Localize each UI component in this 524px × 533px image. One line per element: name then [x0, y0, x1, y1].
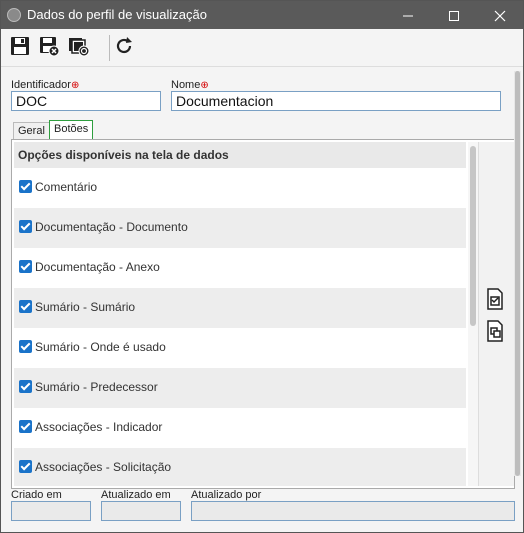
list-item[interactable]: Sumário - Predecessor [14, 368, 466, 408]
select-all-icon [487, 288, 503, 310]
refresh-icon [116, 37, 132, 54]
identificador-label: Identificador⊕ [11, 79, 80, 91]
list-item-label: Sumário - Predecessor [35, 380, 158, 394]
list-item[interactable]: Documentação - Anexo [14, 248, 466, 288]
list-item[interactable]: Associações - Solicitação [14, 448, 466, 486]
window-scrollbar-thumb[interactable] [515, 71, 520, 476]
list-item-label: Associações - Solicitação [35, 460, 172, 474]
buttons-panel: Opções disponíveis na tela de dados Come… [11, 139, 515, 489]
list-header: Opções disponíveis na tela de dados [14, 142, 466, 168]
floppy-disk-icon [11, 37, 29, 55]
criado-em-label: Criado em [11, 489, 62, 501]
required-icon: ⊕ [70, 80, 80, 91]
toolbar [1, 29, 523, 67]
checkbox[interactable] [19, 220, 32, 233]
nome-field[interactable]: Documentacion [171, 91, 501, 111]
list-item-label: Sumário - Onde é usado [35, 340, 166, 354]
minimize-button[interactable] [385, 1, 431, 29]
save-and-new-button[interactable] [68, 35, 92, 59]
maximize-button[interactable] [431, 1, 477, 29]
atualizado-em-field [101, 501, 181, 521]
list-scrollbar-thumb[interactable] [470, 146, 476, 326]
list-item-label: Associações - Indicador [35, 420, 163, 434]
atualizado-por-label: Atualizado por [191, 489, 262, 501]
deselect-all-button[interactable] [486, 320, 504, 342]
list-item-label: Sumário - Sumário [35, 300, 136, 314]
tab-geral[interactable]: Geral [13, 122, 50, 140]
toolbar-separator [109, 35, 110, 61]
checkbox[interactable] [19, 420, 32, 433]
list-scrollbar[interactable] [468, 142, 478, 486]
window-scrollbar[interactable] [514, 71, 521, 476]
list-item[interactable]: Sumário - Sumário [14, 288, 466, 328]
list-item-label: Comentário [35, 180, 98, 194]
checkbox[interactable] [19, 460, 32, 473]
nome-label: Nome⊕ [171, 79, 209, 91]
list-item[interactable]: Associações - Indicador [14, 408, 466, 448]
select-all-button[interactable] [486, 288, 504, 310]
close-button[interactable] [477, 1, 523, 29]
side-actions [478, 142, 514, 486]
save-and-close-button[interactable] [38, 35, 62, 59]
dialog-window: Dados do perfil de visualização Identifi… [0, 0, 524, 533]
deselect-all-icon [487, 320, 503, 342]
criado-em-field [11, 501, 91, 521]
floppy-disk-close-icon [40, 37, 60, 57]
globe-icon [7, 8, 21, 22]
options-list: Opções disponíveis na tela de dados Come… [14, 142, 466, 486]
tab-botoes[interactable]: Botões [49, 120, 94, 140]
checkbox[interactable] [19, 340, 32, 353]
checkbox[interactable] [19, 300, 32, 313]
checkbox[interactable] [19, 260, 32, 273]
atualizado-por-field [191, 501, 515, 521]
list-item-label: Documentação - Documento [35, 220, 188, 234]
window-title: Dados do perfil de visualização [27, 7, 207, 22]
atualizado-em-label: Atualizado em [101, 489, 171, 501]
title-bar[interactable]: Dados do perfil de visualização [1, 1, 523, 29]
identificador-field[interactable]: DOC [11, 91, 161, 111]
refresh-button[interactable] [113, 35, 137, 59]
save-button[interactable] [9, 35, 33, 59]
checkbox[interactable] [19, 180, 32, 193]
list-item[interactable]: Sumário - Onde é usado [14, 328, 466, 368]
checkbox[interactable] [19, 380, 32, 393]
list-item[interactable]: Comentário [14, 168, 466, 208]
list-item-label: Documentação - Anexo [35, 260, 160, 274]
list-item[interactable]: Documentação - Documento [14, 208, 466, 248]
floppy-disk-new-icon [69, 38, 90, 57]
required-icon: ⊕ [200, 80, 209, 91]
